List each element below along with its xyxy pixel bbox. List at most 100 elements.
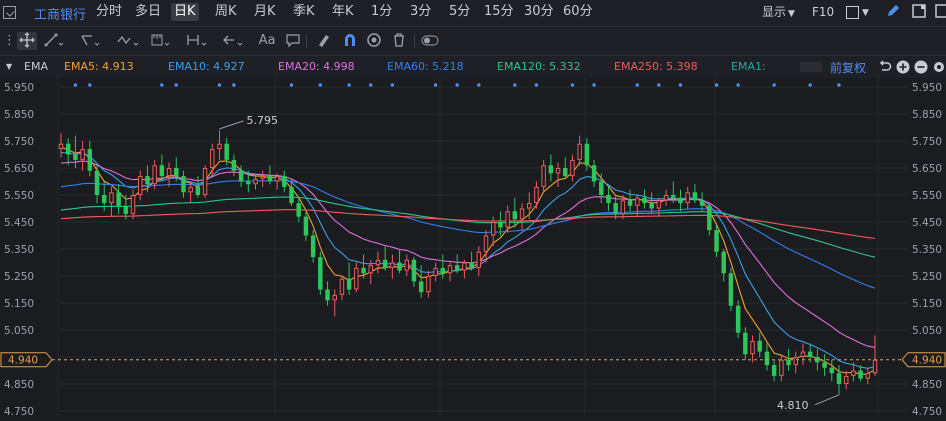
drawing-toolbar: ⋮ Aa [0, 27, 946, 56]
signal-dot [174, 83, 178, 87]
settings-icon[interactable] [932, 59, 946, 78]
ruler-tool-icon[interactable] [150, 32, 172, 50]
candle-body [807, 351, 813, 357]
stock-name[interactable]: 工商银行 [34, 4, 86, 23]
candle-body [109, 192, 114, 204]
signal-dot [808, 83, 812, 87]
tab-period-quarterly[interactable]: 季K [290, 3, 318, 21]
eraser-icon[interactable] [316, 32, 332, 50]
candle-body [498, 222, 503, 228]
candle-body [101, 195, 107, 204]
y-tick-label-right: 4.850 [912, 379, 942, 391]
candle-body [339, 278, 345, 295]
tab-period-1min[interactable]: 1分 [368, 3, 395, 21]
signal-dot [347, 83, 351, 87]
tab-period-timeshare[interactable]: 分时 [93, 3, 125, 21]
divider [306, 34, 307, 48]
candle-body [620, 200, 626, 214]
magnet-icon[interactable] [342, 32, 358, 50]
signal-dot [433, 83, 438, 87]
window-icon[interactable] [911, 3, 927, 21]
window-icon[interactable] [934, 3, 946, 21]
signal-dot [570, 83, 575, 87]
zoom-out-icon[interactable] [914, 59, 928, 78]
candle-body [418, 281, 424, 293]
candle-body [174, 168, 179, 177]
y-tick-label-left: 4.850 [4, 379, 34, 391]
crosshair-icon[interactable] [17, 32, 37, 50]
min-price-annotation: 4.810 [777, 399, 809, 412]
zoom-in-icon[interactable] [896, 59, 910, 78]
candle-body [375, 259, 381, 266]
range-tool-icon[interactable] [186, 32, 210, 50]
ema-title: EMA [24, 60, 48, 73]
tab-period-60min[interactable]: 60分 [560, 3, 596, 21]
candle-body [238, 170, 244, 182]
candle-body [188, 186, 193, 193]
candle-body [707, 205, 712, 231]
tab-period-multiday[interactable]: 多日 [132, 3, 164, 21]
current-price-label-left: 4.940 [8, 355, 38, 367]
candle-body [728, 273, 734, 306]
toggle-icon[interactable] [420, 32, 440, 50]
comment-icon[interactable] [285, 32, 301, 50]
candle-body [800, 351, 806, 358]
tab-period-yearly[interactable]: 年K [329, 3, 357, 21]
candle-body [454, 265, 460, 271]
undo-icon[interactable] [878, 59, 892, 78]
y-tick-label-left: 5.350 [4, 244, 34, 256]
candle-body [411, 259, 417, 282]
square-icon[interactable] [846, 6, 859, 19]
line-tool-icon[interactable] [44, 32, 66, 50]
y-tick-label-left: 5.250 [4, 271, 34, 283]
adjust-mode-button[interactable]: 前复权 [830, 59, 866, 76]
candle-body [145, 176, 150, 185]
chevron-down-icon[interactable]: ▼ [6, 62, 12, 71]
candle-body [858, 370, 863, 379]
trash-icon[interactable] [391, 32, 407, 50]
y-tick-label-right: 5.050 [912, 325, 942, 337]
signal-dot [772, 83, 776, 87]
candle-body [793, 357, 798, 366]
text-tool[interactable]: Aa [258, 32, 276, 50]
kline-chart[interactable]: 5.950 5.950 5.850 5.850 5.750 5.750 5.650 5.650… [0, 78, 946, 418]
pen-icon[interactable] [885, 3, 901, 21]
candle-body [757, 340, 762, 352]
tab-period-monthly[interactable]: 月K [251, 3, 279, 21]
candle-body [613, 203, 618, 214]
tab-period-weekly[interactable]: 周K [212, 3, 240, 21]
arrow-left-icon[interactable] [222, 32, 246, 50]
candle-body [685, 192, 690, 204]
candle-body [246, 181, 251, 185]
tab-period-30min[interactable]: 30分 [521, 3, 557, 21]
candle-body [217, 143, 222, 150]
y-tick-label-left: 5.650 [4, 163, 34, 175]
candle-body [541, 165, 546, 187]
candle-body [512, 211, 518, 220]
candle-body [829, 367, 835, 374]
eye-icon[interactable] [366, 32, 382, 50]
candle-body [642, 197, 647, 204]
signal-dot [534, 83, 539, 87]
candle-body [354, 267, 359, 290]
checkbox-icon[interactable] [3, 6, 16, 19]
wave-tool-icon[interactable] [116, 32, 142, 50]
candle-body [159, 165, 165, 177]
chevron-down-icon[interactable]: ▼ [862, 4, 869, 22]
candle-body [224, 143, 229, 160]
channel-tool-icon[interactable] [80, 32, 102, 50]
f10-button[interactable]: F10 [812, 3, 834, 21]
signal-dot [390, 83, 395, 87]
tab-period-15min[interactable]: 15分 [481, 3, 517, 21]
tab-period-daily[interactable]: 日K [171, 3, 199, 21]
candle-body [390, 262, 395, 268]
chart-canvas[interactable]: 5.950 5.950 5.850 5.850 5.750 5.750 5.650 5.650… [0, 78, 946, 418]
tab-period-5min[interactable]: 5分 [446, 3, 473, 21]
tab-period-3min[interactable]: 3分 [407, 3, 434, 21]
current-price-label-right: 4.940 [912, 355, 942, 367]
display-menu[interactable]: 显示 ▼ [762, 3, 795, 21]
drag-handle-icon[interactable]: ⋮ [3, 32, 16, 50]
candle-body [591, 165, 597, 182]
signal-dot [657, 83, 661, 87]
candle-body [80, 149, 85, 160]
